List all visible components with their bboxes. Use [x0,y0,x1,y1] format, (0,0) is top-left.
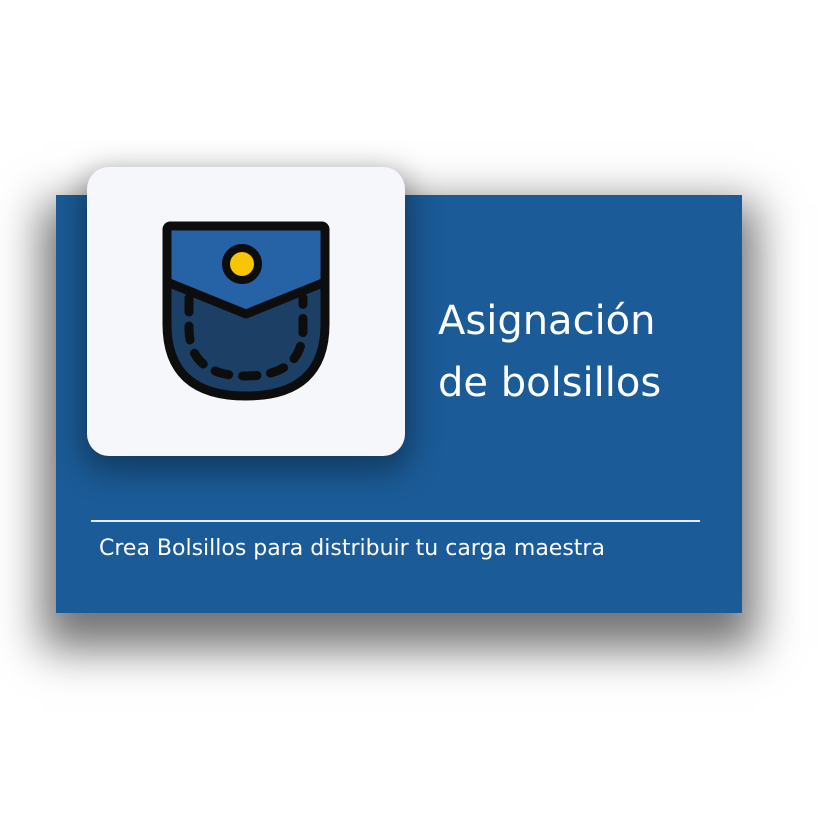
stage: Asignación de bolsillos Crea Bolsillos p… [0,0,834,835]
card-title-line-2: de bolsillos [438,360,662,406]
card-title: Asignación de bolsillos [438,290,728,414]
divider [91,520,700,522]
pocket-icon [162,221,330,400]
card-subtitle: Crea Bolsillos para distribuir tu carga … [99,536,605,561]
card-title-line-1: Asignación [438,298,656,344]
icon-tile [87,167,405,456]
